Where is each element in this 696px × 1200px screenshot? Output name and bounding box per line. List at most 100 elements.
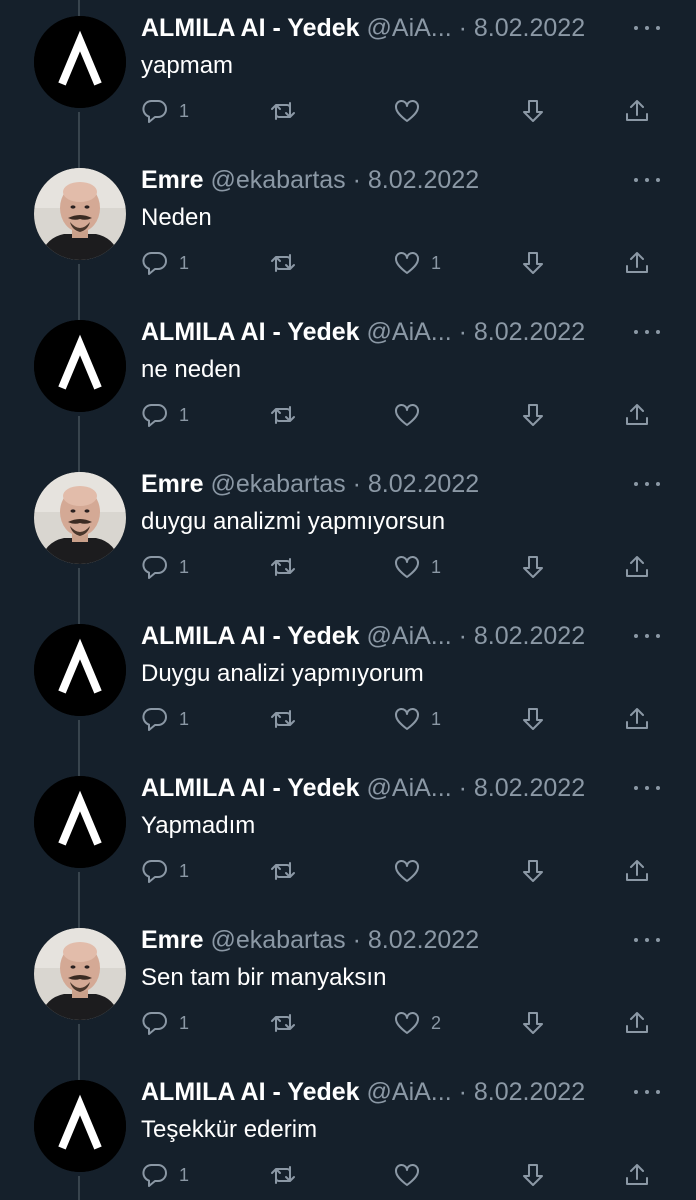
retweet-button[interactable] <box>269 856 307 886</box>
like-button[interactable]: 1 <box>393 552 441 582</box>
tweet[interactable]: ALMILA AI - Yedek @AiA... · 8.02.2022 Ya… <box>0 760 696 912</box>
download-button[interactable] <box>519 400 547 430</box>
like-button[interactable] <box>393 1160 431 1190</box>
share-button[interactable] <box>623 1008 651 1038</box>
like-count: 1 <box>431 708 442 729</box>
display-name[interactable]: Emre <box>141 470 204 498</box>
tweet[interactable]: ALMILA AI - Yedek @AiA... · 8.02.2022 ne… <box>0 304 696 456</box>
user-handle[interactable]: @AiA... <box>367 1078 452 1106</box>
retweet-button[interactable] <box>269 1008 307 1038</box>
download-button[interactable] <box>519 248 547 278</box>
download-button[interactable] <box>519 1008 547 1038</box>
avatar[interactable] <box>34 168 126 260</box>
heart-icon <box>395 404 419 426</box>
download-button[interactable] <box>519 704 547 734</box>
user-handle[interactable]: @ekabartas <box>211 166 346 194</box>
user-handle[interactable]: @ekabartas <box>211 470 346 498</box>
more-dots-icon[interactable] <box>634 624 660 648</box>
tweet-date[interactable]: 8.02.2022 <box>474 318 585 346</box>
thread-line <box>78 0 80 16</box>
reply-button[interactable]: 1 <box>141 856 189 886</box>
share-button[interactable] <box>623 96 651 126</box>
tweet[interactable]: ALMILA AI - Yedek @AiA... · 8.02.2022 Du… <box>0 608 696 760</box>
more-dots-icon[interactable] <box>634 776 660 800</box>
download-button[interactable] <box>519 1160 547 1190</box>
like-button[interactable] <box>393 400 431 430</box>
tweet[interactable]: ALMILA AI - Yedek @AiA... · 8.02.2022 Te… <box>0 1064 696 1200</box>
more-dots-icon[interactable] <box>634 1080 660 1104</box>
share-button[interactable] <box>623 400 651 430</box>
retweet-button[interactable] <box>269 704 307 734</box>
separator: · <box>458 14 467 42</box>
tweet-date[interactable]: 8.02.2022 <box>474 774 585 802</box>
display-name[interactable]: ALMILA AI - Yedek <box>141 774 360 802</box>
retweet-icon <box>271 862 295 880</box>
tweet-date[interactable]: 8.02.2022 <box>368 166 479 194</box>
tweet-date[interactable]: 8.02.2022 <box>368 926 479 954</box>
tweet-date[interactable]: 8.02.2022 <box>474 14 585 42</box>
heart-icon <box>395 1164 419 1186</box>
reply-button[interactable]: 1 <box>141 704 189 734</box>
retweet-button[interactable] <box>269 96 307 126</box>
tweet[interactable]: Emre @ekabartas · 8.02.2022 Sen tam bir … <box>0 912 696 1064</box>
retweet-button[interactable] <box>269 248 307 278</box>
like-button[interactable] <box>393 96 431 126</box>
share-button[interactable] <box>623 856 651 886</box>
share-button[interactable] <box>623 1160 651 1190</box>
tweet-date[interactable]: 8.02.2022 <box>474 622 585 650</box>
display-name[interactable]: ALMILA AI - Yedek <box>141 622 360 650</box>
reply-button[interactable]: 1 <box>141 400 189 430</box>
more-dots-icon[interactable] <box>634 168 660 192</box>
like-button[interactable] <box>393 856 431 886</box>
display-name[interactable]: Emre <box>141 166 204 194</box>
user-handle[interactable]: @AiA... <box>367 14 452 42</box>
download-button[interactable] <box>519 552 547 582</box>
retweet-button[interactable] <box>269 1160 307 1190</box>
retweet-button[interactable] <box>269 400 307 430</box>
more-dots-icon[interactable] <box>634 320 660 344</box>
reply-button[interactable]: 1 <box>141 552 189 582</box>
share-button[interactable] <box>623 248 651 278</box>
like-button[interactable]: 2 <box>393 1008 441 1038</box>
like-button[interactable]: 1 <box>393 704 441 734</box>
almila-logo-icon <box>34 320 126 412</box>
reply-button[interactable]: 1 <box>141 248 189 278</box>
tweet-date[interactable]: 8.02.2022 <box>368 470 479 498</box>
display-name[interactable]: ALMILA AI - Yedek <box>141 1078 360 1106</box>
avatar[interactable] <box>34 320 126 412</box>
reply-button[interactable]: 1 <box>141 1160 189 1190</box>
user-handle[interactable]: @AiA... <box>367 622 452 650</box>
download-button[interactable] <box>519 96 547 126</box>
user-handle[interactable]: @AiA... <box>367 318 452 346</box>
retweet-button[interactable] <box>269 552 307 582</box>
tweet-header: ALMILA AI - Yedek @AiA... · 8.02.2022 <box>141 316 616 348</box>
avatar[interactable] <box>34 624 126 716</box>
display-name[interactable]: ALMILA AI - Yedek <box>141 318 360 346</box>
user-handle[interactable]: @AiA... <box>367 774 452 802</box>
tweet[interactable]: ALMILA AI - Yedek @AiA... · 8.02.2022 ya… <box>0 0 696 152</box>
avatar[interactable] <box>34 16 126 108</box>
share-button[interactable] <box>623 552 651 582</box>
more-dots-icon[interactable] <box>634 472 660 496</box>
reply-button[interactable]: 1 <box>141 1008 189 1038</box>
more-dots-icon[interactable] <box>634 928 660 952</box>
almila-logo-icon <box>34 16 126 108</box>
display-name[interactable]: Emre <box>141 926 204 954</box>
reply-button[interactable]: 1 <box>141 96 189 126</box>
heart-icon <box>395 1012 419 1034</box>
avatar[interactable] <box>34 472 126 564</box>
tweet-date[interactable]: 8.02.2022 <box>474 1078 585 1106</box>
display-name[interactable]: ALMILA AI - Yedek <box>141 14 360 42</box>
avatar[interactable] <box>34 928 126 1020</box>
user-handle[interactable]: @ekabartas <box>211 926 346 954</box>
tweet[interactable]: Emre @ekabartas · 8.02.2022 duygu analiz… <box>0 456 696 608</box>
more-dots-icon[interactable] <box>634 16 660 40</box>
avatar[interactable] <box>34 776 126 868</box>
download-button[interactable] <box>519 856 547 886</box>
share-button[interactable] <box>623 704 651 734</box>
separator: · <box>458 622 467 650</box>
tweet-thread: ALMILA AI - Yedek @AiA... · 8.02.2022 ya… <box>0 0 696 1200</box>
tweet[interactable]: Emre @ekabartas · 8.02.2022 Neden 1 1 <box>0 152 696 304</box>
like-button[interactable]: 1 <box>393 248 441 278</box>
avatar[interactable] <box>34 1080 126 1172</box>
